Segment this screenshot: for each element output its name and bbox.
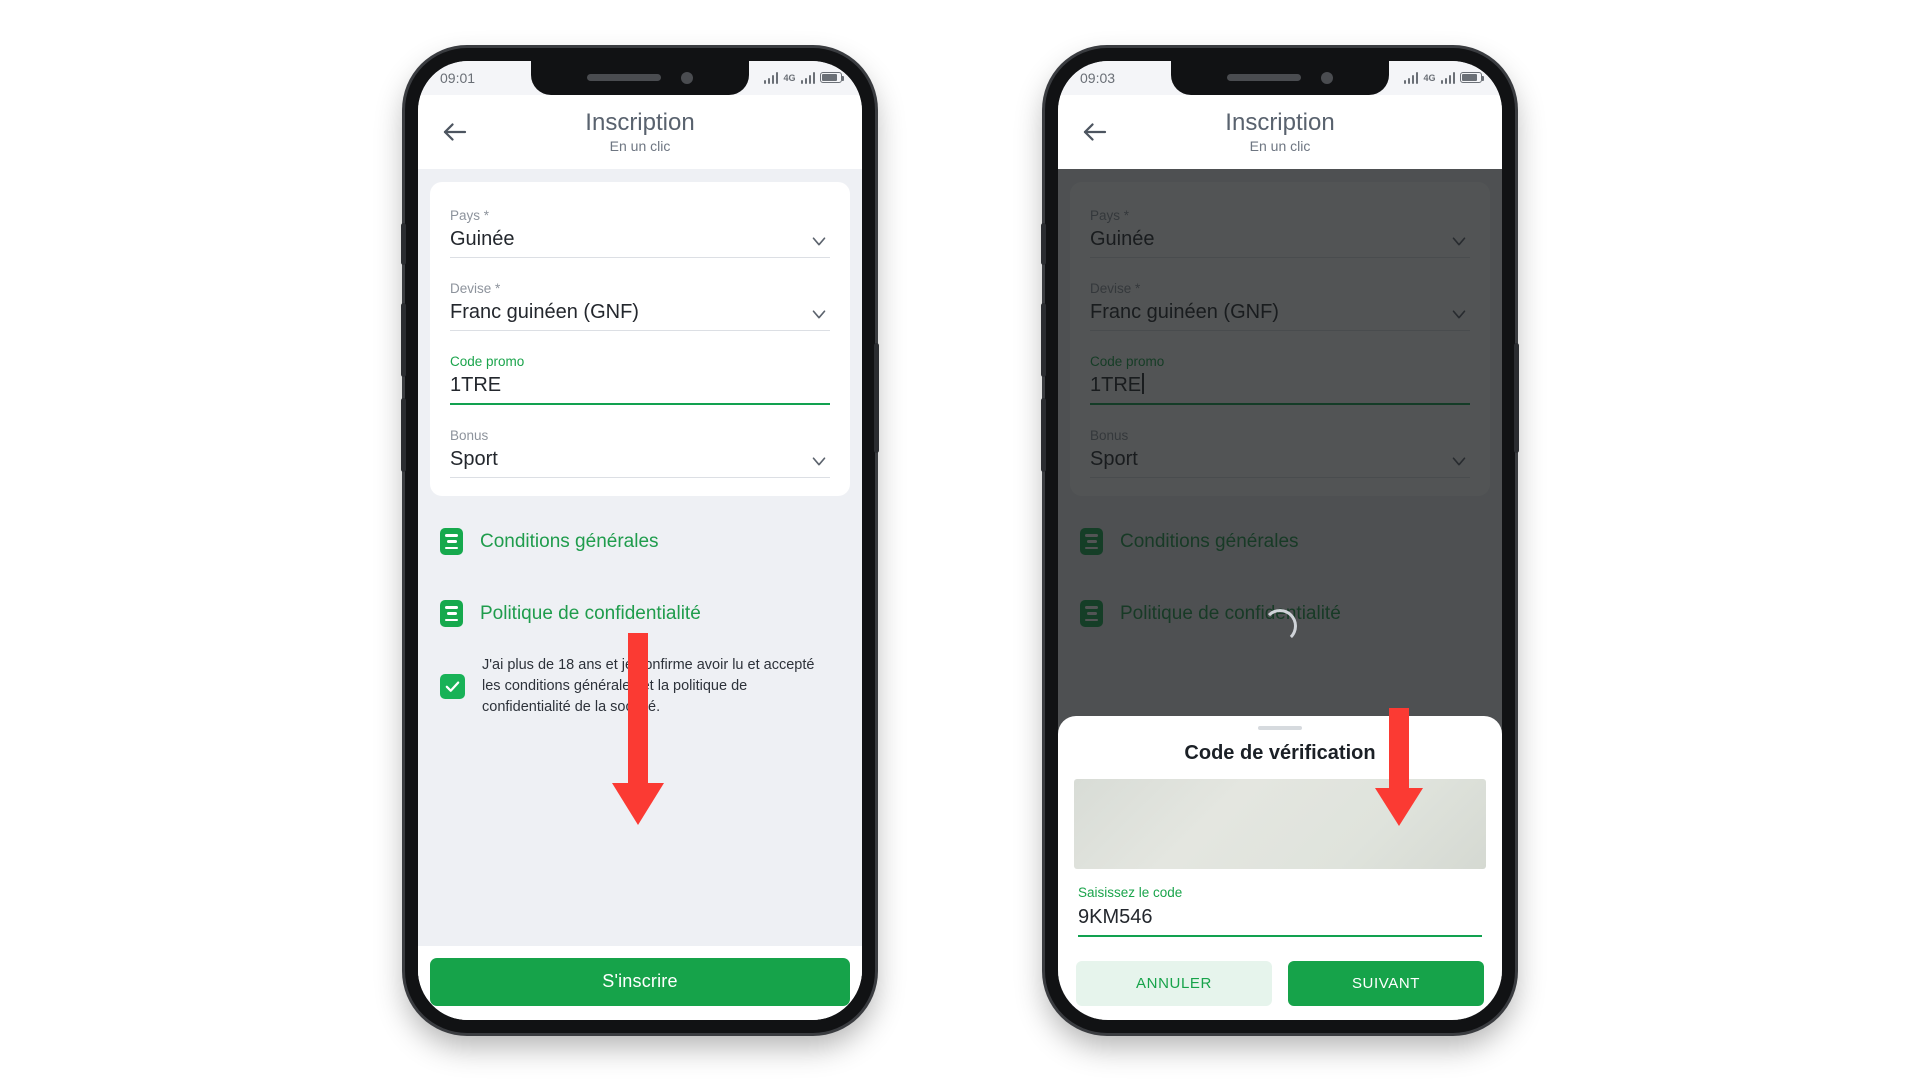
signal-bars-secondary-icon xyxy=(1440,71,1455,84)
check-icon xyxy=(445,681,460,693)
field-currency: Devise * Franc guinéen (GNF) xyxy=(450,271,830,331)
phone2-content: Pays * Guinée Devise * Franc guinéen (GN… xyxy=(1058,168,1502,1020)
signal-bars-icon xyxy=(1403,71,1419,84)
link-terms-label: Conditions générales xyxy=(480,530,659,552)
sheet-drag-handle[interactable] xyxy=(1258,726,1302,731)
field-promo-code: Code promo 1TRE xyxy=(450,344,830,406)
verification-code-dialog: Code de vérification 9KM546 Saisissez le… xyxy=(1058,716,1502,1020)
field-verification-code: Saisissez le code 9KM546 xyxy=(1074,869,1486,937)
network-type-label: 4G xyxy=(1423,72,1436,83)
field-country-label: Pays * xyxy=(450,207,490,223)
legal-links: Conditions générales Politique de confid… xyxy=(418,496,862,637)
phone1-volume-up-button xyxy=(401,302,406,377)
field-currency-row[interactable]: Franc guinéen (GNF) xyxy=(450,297,830,331)
field-promo-code-row[interactable]: 1TRE xyxy=(450,370,830,406)
field-bonus-label: Bonus xyxy=(450,428,489,444)
back-arrow-icon[interactable] xyxy=(1080,117,1110,147)
phone2-mute-switch xyxy=(1041,222,1046,265)
dialog-actions: ANNULER SUIVANT xyxy=(1074,937,1486,1006)
chevron-down-icon[interactable] xyxy=(808,303,830,325)
status-time: 09:01 xyxy=(440,69,476,86)
earpiece-speaker xyxy=(587,74,661,81)
field-bonus: Bonus Sport xyxy=(450,418,830,479)
submit-bar: S'inscrire xyxy=(418,945,862,1020)
front-camera xyxy=(681,71,693,84)
chevron-down-icon[interactable] xyxy=(808,450,830,472)
loading-spinner-icon xyxy=(1263,608,1297,643)
phone2-volume-up-button xyxy=(1041,302,1046,377)
phone2-screen: 09:03 4G Inscription En un clic Code de … xyxy=(1058,60,1502,1020)
chevron-down-icon[interactable] xyxy=(808,230,830,252)
phone1-mute-switch xyxy=(401,222,406,265)
screenshot-stage: 09:01 4G Inscription En un clic Pays * G… xyxy=(0,0,1920,1080)
verification-code-row[interactable]: 9KM546 xyxy=(1078,902,1482,937)
registration-form-card: Pays * Guinée Devise * Franc guinéen (GN… xyxy=(430,181,850,497)
field-country-value: Guinée xyxy=(450,227,515,250)
status-time: 09:03 xyxy=(1080,69,1116,86)
promo-code-input[interactable]: 1TRE xyxy=(450,373,501,398)
phone2-notch xyxy=(1171,60,1389,95)
document-icon xyxy=(440,600,463,628)
field-country: Pays * Guinée xyxy=(450,198,830,258)
field-currency-value: Franc guinéen (GNF) xyxy=(450,300,639,323)
cancel-button[interactable]: ANNULER xyxy=(1076,960,1272,1006)
earpiece-speaker xyxy=(1227,74,1301,81)
age-consent-row: J'ai plus de 18 ans et je confirme avoir… xyxy=(418,637,862,718)
signup-button[interactable]: S'inscrire xyxy=(430,957,850,1006)
phone1-content: Pays * Guinée Devise * Franc guinéen (GN… xyxy=(418,168,862,1020)
front-camera xyxy=(1321,71,1333,84)
page-title: Inscription xyxy=(1225,109,1335,137)
network-type-label: 4G xyxy=(783,72,796,83)
consent-checkbox[interactable] xyxy=(440,674,465,700)
phone1-title-block: Inscription En un clic xyxy=(418,109,862,154)
phone1-screen: 09:01 4G Inscription En un clic Pays * G… xyxy=(418,60,862,1020)
field-promo-code-label: Code promo xyxy=(450,353,525,369)
field-bonus-row[interactable]: Sport xyxy=(450,444,830,479)
captcha-text: 9KM546 xyxy=(1134,782,1427,868)
phone1-power-button xyxy=(874,342,879,453)
phone-captcha-dialog: 09:03 4G Inscription En un clic Code de … xyxy=(1041,47,1519,1033)
page-subtitle: En un clic xyxy=(609,137,671,154)
phone2-app-bar: Inscription En un clic xyxy=(1058,94,1502,169)
next-button[interactable]: SUIVANT xyxy=(1288,960,1484,1006)
phone-signup-form: 09:01 4G Inscription En un clic Pays * G… xyxy=(401,47,879,1033)
phone1-volume-down-button xyxy=(401,397,406,472)
back-arrow-icon[interactable] xyxy=(440,117,470,147)
phone2-volume-down-button xyxy=(1041,397,1046,472)
link-privacy-label: Politique de confidentialité xyxy=(480,602,701,624)
signal-bars-icon xyxy=(763,71,779,84)
phone2-title-block: Inscription En un clic xyxy=(1058,109,1502,154)
field-currency-label: Devise * xyxy=(450,280,501,296)
captcha-image: 9KM546 xyxy=(1074,779,1486,870)
phone1-notch xyxy=(531,60,749,95)
phone1-app-bar: Inscription En un clic xyxy=(418,94,862,169)
link-terms-and-conditions[interactable]: Conditions générales xyxy=(440,518,840,565)
field-bonus-value: Sport xyxy=(450,448,498,471)
verification-code-input[interactable]: 9KM546 xyxy=(1078,905,1153,930)
consent-text: J'ai plus de 18 ans et je confirme avoir… xyxy=(482,657,815,716)
page-subtitle: En un clic xyxy=(1249,137,1311,154)
phone2-power-button xyxy=(1514,342,1519,453)
verification-code-label: Saisissez le code xyxy=(1078,885,1183,901)
link-privacy-policy[interactable]: Politique de confidentialité xyxy=(440,590,840,637)
document-icon xyxy=(440,528,463,556)
dialog-title: Code de vérification xyxy=(1184,742,1376,765)
battery-icon xyxy=(1460,72,1485,83)
page-title: Inscription xyxy=(585,109,695,137)
signal-bars-secondary-icon xyxy=(800,71,815,84)
status-indicators: 4G xyxy=(763,71,845,84)
field-country-row[interactable]: Guinée xyxy=(450,224,830,258)
status-indicators: 4G xyxy=(1403,71,1485,84)
battery-icon xyxy=(820,72,845,83)
